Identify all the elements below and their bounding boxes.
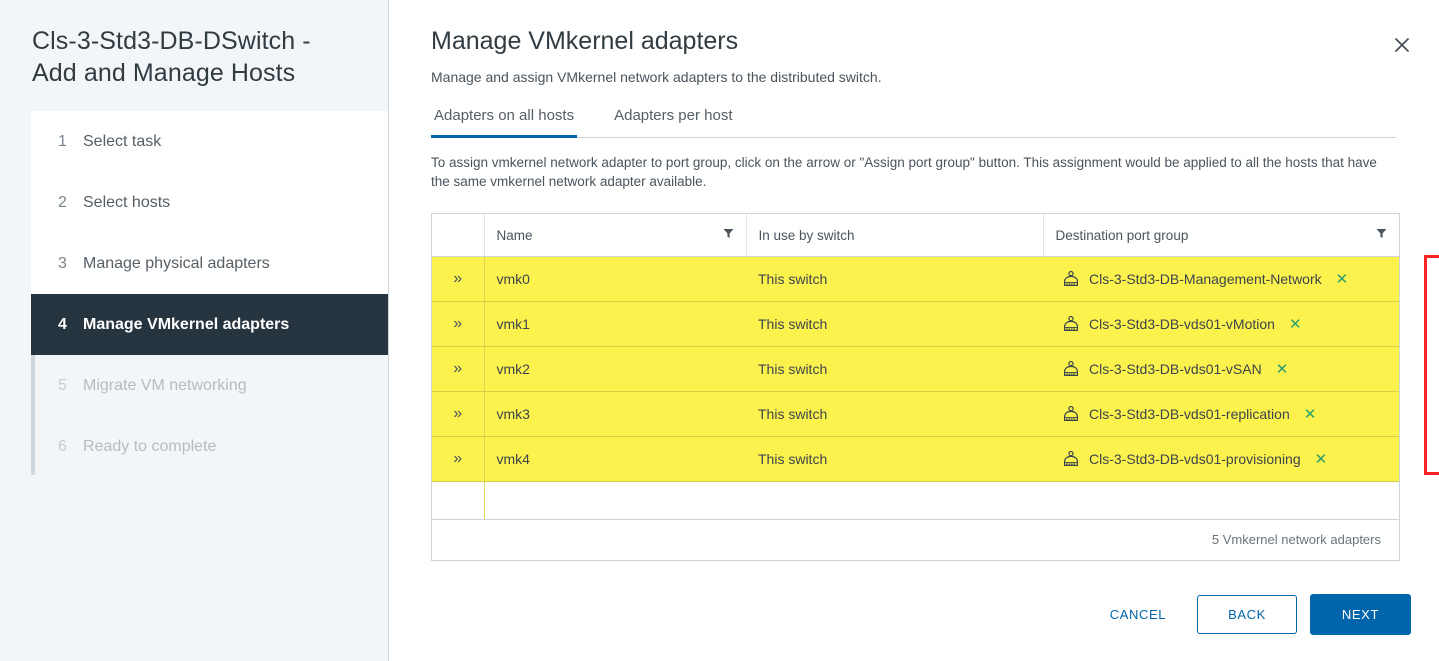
sidebar-step-ready-to-complete: 6 Ready to complete (31, 416, 388, 477)
cell-in-use-by-switch: This switch (746, 256, 1043, 302)
table-empty-row (432, 481, 1399, 520)
step-label: Manage physical adapters (83, 254, 270, 272)
assign-port-group-arrow[interactable]: » (432, 301, 484, 347)
port-group-icon (1062, 270, 1080, 288)
cell-adapter-name: vmk0 (483, 256, 746, 302)
port-group-icon (1062, 405, 1080, 423)
step-number: 1 (58, 132, 67, 150)
sidebar-step-select-task[interactable]: 1 Select task (31, 111, 388, 172)
page-title: Manage VMkernel adapters (431, 27, 739, 55)
empty-cell (483, 481, 746, 520)
wizard-steps: 1 Select task 2 Select hosts 3 Manage ph… (0, 111, 388, 477)
page-subtitle: Manage and assign VMkernel network adapt… (431, 69, 882, 85)
assign-port-group-arrow[interactable]: » (432, 436, 484, 482)
cell-adapter-name: vmk1 (483, 301, 746, 347)
filter-icon[interactable] (723, 228, 734, 242)
step-number: 2 (58, 193, 67, 211)
empty-cell (746, 481, 1043, 520)
empty-cell (432, 481, 484, 520)
cell-adapter-name: vmk3 (483, 391, 746, 437)
tab-adapters-per-host[interactable]: Adapters per host (611, 103, 735, 138)
table-footer: 5 Vmkernel network adapters (432, 519, 1399, 560)
port-group-name: Cls-3-Std3-DB-vds01-vSAN (1089, 360, 1262, 377)
step-label: Migrate VM networking (83, 376, 247, 394)
cell-destination-port-group[interactable]: Cls-3-Std3-DB-vds01-provisioning ✕ (1043, 436, 1399, 482)
sidebar-step-select-hosts[interactable]: 2 Select hosts (31, 172, 388, 233)
wizard-main-panel: Manage VMkernel adapters Manage and assi… (389, 0, 1439, 661)
tab-bar: Adapters on all hosts Adapters per host (431, 102, 1396, 138)
remove-port-group-icon[interactable]: ✕ (1289, 315, 1302, 333)
step-number: 3 (58, 254, 67, 272)
filter-icon[interactable] (1376, 228, 1387, 242)
cell-in-use-by-switch: This switch (746, 436, 1043, 482)
cell-destination-port-group[interactable]: Cls-3-Std3-DB-Management-Network ✕ (1043, 256, 1399, 302)
assign-port-group-arrow[interactable]: » (432, 256, 484, 302)
table-row[interactable]: » vmk3 This switch Cls-3-Std3-DB-vds01-r… (432, 391, 1399, 437)
cancel-button[interactable]: CANCEL (1092, 597, 1184, 632)
table-row[interactable]: » vmk0 This switch Cls-3-Std3-DB-Managem… (432, 256, 1399, 302)
vmkernel-adapters-table: Name In use by switch Destination port g… (431, 213, 1400, 561)
column-header-destination-label: Destination port group (1055, 227, 1189, 243)
port-group-name: Cls-3-Std3-DB-vds01-replication (1089, 405, 1290, 422)
cell-in-use-by-switch: This switch (746, 346, 1043, 392)
cell-in-use-by-switch: This switch (746, 301, 1043, 347)
cell-adapter-name: vmk4 (483, 436, 746, 482)
add-and-manage-hosts-wizard: Cls-3-Std3-DB-DSwitch - Add and Manage H… (0, 0, 1439, 661)
table-body: » vmk0 This switch Cls-3-Std3-DB-Managem… (432, 256, 1399, 520)
cell-in-use-by-switch: This switch (746, 391, 1043, 437)
sidebar-step-manage-vmkernel-adapters[interactable]: 4 Manage VMkernel adapters (31, 294, 388, 355)
table-row[interactable]: » vmk4 This switch Cls-3-Std3-DB-vds01-p… (432, 436, 1399, 482)
wizard-footer-actions: CANCEL BACK NEXT (1092, 594, 1411, 635)
port-group-icon (1062, 315, 1080, 333)
close-icon[interactable] (1387, 30, 1417, 60)
assign-port-group-arrow[interactable]: » (432, 391, 484, 437)
step-label: Select hosts (83, 193, 171, 211)
table-header-row: Name In use by switch Destination port g… (432, 214, 1399, 257)
port-group-icon (1062, 450, 1080, 468)
step-number: 4 (58, 315, 67, 333)
annotation-rectangle (1424, 255, 1439, 475)
step-label: Ready to complete (83, 437, 217, 455)
adapter-count-label: 5 Vmkernel network adapters (1211, 532, 1381, 548)
port-group-name: Cls-3-Std3-DB-vds01-vMotion (1089, 315, 1275, 332)
sidebar-step-migrate-vm-networking: 5 Migrate VM networking (31, 355, 388, 416)
instructions-text: To assign vmkernel network adapter to po… (431, 155, 1377, 189)
empty-cell (1043, 481, 1399, 520)
sidebar-step-manage-physical-adapters[interactable]: 3 Manage physical adapters (31, 233, 388, 294)
wizard-title: Cls-3-Std3-DB-DSwitch - Add and Manage H… (32, 27, 311, 87)
back-button[interactable]: BACK (1197, 595, 1297, 634)
remove-port-group-icon[interactable]: ✕ (1304, 405, 1317, 423)
column-header-name: Name (483, 214, 746, 257)
table-row[interactable]: » vmk2 This switch Cls-3-Std3-DB-vds01-v… (432, 346, 1399, 392)
assign-port-group-arrow[interactable]: » (432, 346, 484, 392)
table-row[interactable]: » vmk1 This switch Cls-3-Std3-DB-vds01-v… (432, 301, 1399, 347)
column-header-in-use-by-switch: In use by switch (745, 214, 1043, 257)
step-number: 6 (58, 437, 67, 455)
remove-port-group-icon[interactable]: ✕ (1336, 270, 1349, 288)
remove-port-group-icon[interactable]: ✕ (1315, 450, 1328, 468)
column-header-name-label: Name (496, 227, 533, 243)
step-number: 5 (58, 376, 67, 394)
cell-destination-port-group[interactable]: Cls-3-Std3-DB-vds01-vSAN ✕ (1043, 346, 1399, 392)
port-group-icon (1062, 360, 1080, 378)
step-label: Manage VMkernel adapters (83, 315, 290, 333)
next-button[interactable]: NEXT (1309, 594, 1411, 635)
port-group-name: Cls-3-Std3-DB-vds01-provisioning (1089, 450, 1301, 467)
wizard-sidebar: Cls-3-Std3-DB-DSwitch - Add and Manage H… (0, 0, 389, 661)
remove-port-group-icon[interactable]: ✕ (1276, 360, 1289, 378)
cell-destination-port-group[interactable]: Cls-3-Std3-DB-vds01-replication ✕ (1043, 391, 1399, 437)
tab-adapters-on-all-hosts[interactable]: Adapters on all hosts (431, 103, 578, 138)
column-header-expand (432, 214, 484, 257)
cell-adapter-name: vmk2 (483, 346, 746, 392)
cell-destination-port-group[interactable]: Cls-3-Std3-DB-vds01-vMotion ✕ (1043, 301, 1399, 347)
port-group-name: Cls-3-Std3-DB-Management-Network (1089, 270, 1322, 287)
column-header-destination-port-group: Destination port group (1042, 214, 1399, 257)
step-label: Select task (83, 132, 162, 150)
